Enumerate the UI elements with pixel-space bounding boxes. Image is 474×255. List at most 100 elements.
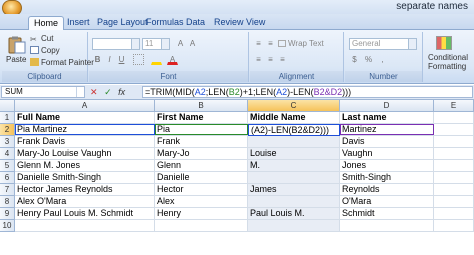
cell-b8[interactable]: Alex [155,196,248,208]
paste-icon[interactable] [7,36,27,54]
select-all-corner[interactable] [0,100,15,112]
row-header-4[interactable]: 4 [0,148,15,160]
row-header-6[interactable]: 6 [0,172,15,184]
italic-button[interactable]: I [104,54,115,65]
row-header-1[interactable]: 1 [0,112,15,124]
cell-b10[interactable] [155,220,248,232]
copy-button[interactable]: Copy [30,46,60,55]
cell-c9[interactable]: Paul Louis M. [248,208,340,220]
underline-button[interactable]: U [116,54,127,65]
cell-e5[interactable] [434,160,474,172]
cell-c3[interactable] [248,136,340,148]
borders-button[interactable] [133,54,144,65]
cell-d8[interactable]: O'Mara [340,196,434,208]
cancel-icon[interactable]: ✕ [90,87,98,97]
cell-d1[interactable]: Last name [340,112,434,124]
cell-b9[interactable]: Henry [155,208,248,220]
align-right-icon[interactable]: ≡ [277,54,288,65]
column-header-a[interactable]: A [15,100,155,112]
row-header-7[interactable]: 7 [0,184,15,196]
fill-color-button[interactable] [151,54,162,65]
cell-e3[interactable] [434,136,474,148]
enter-icon[interactable]: ✓ [104,87,112,97]
insert-function-icon[interactable]: fx [118,87,125,97]
cell-e2[interactable] [434,124,474,136]
cell-b1[interactable]: First Name [155,112,248,124]
cell-d2[interactable]: Martinez [340,124,434,136]
cell-e1[interactable] [434,112,474,124]
column-header-d[interactable]: D [340,100,434,112]
column-header-c[interactable]: C [248,100,340,112]
font-name-combo[interactable] [92,38,140,50]
cell-e10[interactable] [434,220,474,232]
cell-d5[interactable]: Jones [340,160,434,172]
cell-d9[interactable]: Schmidt [340,208,434,220]
row-header-8[interactable]: 8 [0,196,15,208]
cell-a1[interactable]: Full Name [15,112,155,124]
cell-a2[interactable]: Pia Martinez [15,124,155,136]
align-left-icon[interactable]: ≡ [253,54,264,65]
chevron-down-icon[interactable] [408,39,416,49]
cell-e7[interactable] [434,184,474,196]
align-top-icon[interactable]: ≡ [253,38,264,49]
cell-a5[interactable]: Glenn M. Jones [15,160,155,172]
cell-b3[interactable]: Frank [155,136,248,148]
formula-input[interactable]: =TRIM(MID(A2;LEN(B2)+1;LEN(A2)-LEN(B2&D2… [142,86,473,98]
bold-button[interactable]: B [92,54,103,65]
cell-c10[interactable] [248,220,340,232]
row-header-3[interactable]: 3 [0,136,15,148]
cell-a10[interactable] [15,220,155,232]
cut-button[interactable]: ✂ Cut [30,34,53,44]
tab-data[interactable]: Data [181,16,210,30]
cell-b5[interactable]: Glenn [155,160,248,172]
tab-insert[interactable]: Insert [62,16,95,30]
cell-d10[interactable] [340,220,434,232]
name-box[interactable]: SUM [1,86,85,98]
cell-a8[interactable]: Alex O'Mara [15,196,155,208]
cell-b2[interactable]: Pia [155,124,248,136]
cell-e9[interactable] [434,208,474,220]
cell-d3[interactable]: Davis [340,136,434,148]
font-size-combo[interactable]: 11 [142,38,170,50]
cell-e8[interactable] [434,196,474,208]
cell-c8[interactable] [248,196,340,208]
number-format-combo[interactable]: General [349,38,417,50]
format-painter-button[interactable]: Format Painter [30,58,94,67]
conditional-formatting-icon[interactable] [436,36,452,50]
cell-c1[interactable]: Middle Name [248,112,340,124]
cell-a3[interactable]: Frank Davis [15,136,155,148]
wrap-text-button[interactable]: Wrap Text [278,39,324,48]
tab-home[interactable]: Home [28,16,65,31]
align-middle-icon[interactable]: ≡ [265,38,276,49]
paste-button[interactable]: Paste [6,55,26,64]
row-header-9[interactable]: 9 [0,208,15,220]
cell-c5[interactable]: M. [248,160,340,172]
comma-icon[interactable]: , [377,54,388,65]
cell-c2[interactable]: (A2)-LEN(B2&D2))) [248,124,340,136]
chevron-down-icon[interactable] [161,39,169,49]
cell-d4[interactable]: Vaughn [340,148,434,160]
cell-a6[interactable]: Danielle Smith-Singh [15,172,155,184]
cell-c4[interactable]: Louise [248,148,340,160]
row-header-2[interactable]: 2 [0,124,15,136]
grow-font-button[interactable]: A [175,38,186,49]
cell-c7[interactable]: James [248,184,340,196]
row-header-10[interactable]: 10 [0,220,15,232]
cell-b6[interactable]: Danielle [155,172,248,184]
column-header-b[interactable]: B [155,100,248,112]
cell-d6[interactable]: Smith-Singh [340,172,434,184]
percent-icon[interactable]: % [363,54,374,65]
tab-view[interactable]: View [241,16,270,30]
row-header-5[interactable]: 5 [0,160,15,172]
cell-c6[interactable] [248,172,340,184]
cell-a7[interactable]: Hector James Reynolds [15,184,155,196]
cell-b4[interactable]: Mary-Jo [155,148,248,160]
column-header-e[interactable]: E [434,100,474,112]
align-center-icon[interactable]: ≡ [265,54,276,65]
cell-a4[interactable]: Mary-Jo Louise Vaughn [15,148,155,160]
shrink-font-button[interactable]: A [187,38,198,49]
chevron-down-icon[interactable] [131,39,139,49]
cell-a9[interactable]: Henry Paul Louis M. Schmidt [15,208,155,220]
currency-icon[interactable]: $ [349,54,360,65]
cell-e4[interactable] [434,148,474,160]
